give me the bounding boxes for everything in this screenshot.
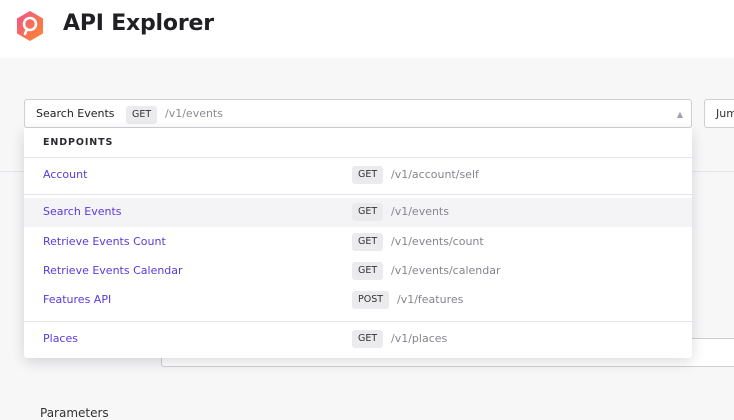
method-badge: GET (126, 106, 158, 124)
app-header: API Explorer (0, 0, 734, 58)
jump-select[interactable]: Jum (704, 99, 734, 128)
logo-icon (17, 11, 43, 41)
method-badge: POST (352, 291, 390, 309)
item-name: Retrieve Events Calendar (43, 264, 183, 277)
method-badge: GET (352, 166, 384, 184)
item-name: Features API (43, 293, 112, 306)
endpoint-select[interactable]: Search Events GET /v1/events ▲ (24, 99, 692, 128)
dropdown-item-search-events[interactable]: Search Events GET /v1/events (24, 198, 692, 227)
endpoint-select-label: Search Events (36, 107, 115, 120)
dropdown-item-account[interactable]: Account GET /v1/account/self (24, 161, 692, 190)
endpoint-dropdown: ENDPOINTS Account GET /v1/account/self S… (24, 128, 692, 358)
dropdown-group-title: ENDPOINTS (43, 137, 114, 148)
method-badge: GET (352, 330, 384, 348)
item-path: /v1/events (391, 205, 449, 218)
item-path: /v1/events/calendar (391, 264, 501, 277)
endpoint-path: /v1/events (165, 107, 223, 120)
caret-up-icon: ▲ (676, 110, 683, 119)
jump-select-label: Jum (716, 107, 734, 120)
dropdown-item-places[interactable]: Places GET /v1/places (24, 325, 692, 354)
method-badge: GET (352, 233, 384, 251)
item-name: Retrieve Events Count (43, 235, 166, 248)
method-badge: GET (352, 203, 384, 221)
item-path: /v1/account/self (391, 168, 479, 181)
item-path: /v1/events/count (391, 235, 484, 248)
item-path: /v1/features (397, 293, 464, 306)
divider (24, 157, 692, 158)
dropdown-item-events-calendar[interactable]: Retrieve Events Calendar GET /v1/events/… (24, 257, 692, 286)
item-name: Account (43, 168, 88, 181)
item-name: Search Events (43, 205, 122, 218)
item-path: /v1/places (391, 332, 448, 345)
dropdown-item-features-api[interactable]: Features API POST /v1/features (24, 286, 692, 315)
method-badge: GET (352, 262, 384, 280)
item-name: Places (43, 332, 78, 345)
app-title: API Explorer (63, 11, 214, 36)
divider (24, 321, 692, 322)
divider (24, 194, 692, 195)
dropdown-item-events-count[interactable]: Retrieve Events Count GET /v1/events/cou… (24, 228, 692, 257)
